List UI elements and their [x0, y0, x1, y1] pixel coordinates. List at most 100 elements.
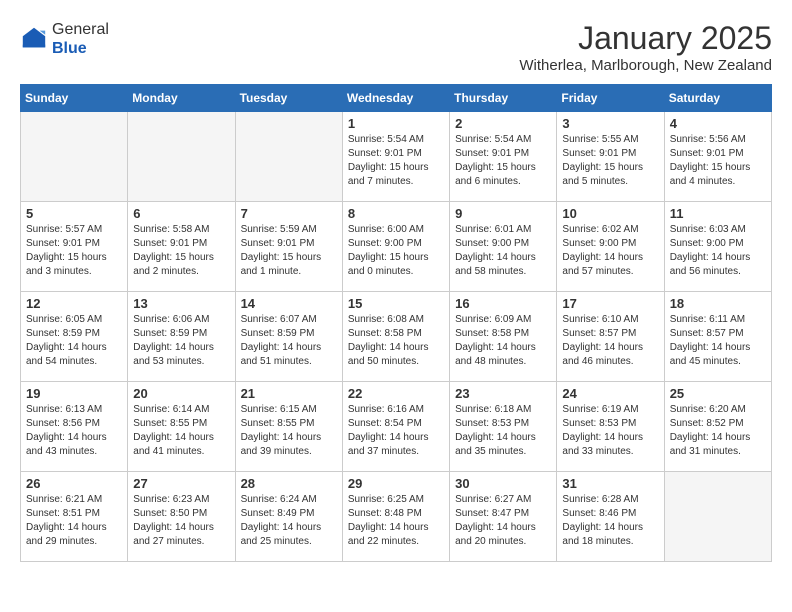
day-number: 6 [133, 206, 229, 221]
day-info: Sunrise: 5:55 AM Sunset: 9:01 PM Dayligh… [562, 133, 658, 189]
day-info: Sunrise: 6:03 AM Sunset: 9:00 PM Dayligh… [670, 223, 766, 279]
day-info: Sunrise: 6:00 AM Sunset: 9:00 PM Dayligh… [348, 223, 444, 279]
page-header: General Blue January 2025 Witherlea, Mar… [20, 20, 772, 74]
day-cell [128, 112, 235, 202]
day-number: 14 [241, 296, 337, 311]
logo-icon [20, 25, 48, 53]
week-row-0: 1 Sunrise: 5:54 AM Sunset: 9:01 PM Daylig… [21, 112, 772, 202]
header-cell-sunday: Sunday [21, 85, 128, 112]
week-row-3: 19 Sunrise: 6:13 AM Sunset: 8:56 PM Dayli… [21, 382, 772, 472]
day-number: 2 [455, 116, 551, 131]
day-info: Sunrise: 6:24 AM Sunset: 8:49 PM Dayligh… [241, 493, 337, 549]
day-cell: 25Sunrise: 6:20 AM Sunset: 8:52 PM Dayli… [664, 382, 771, 472]
day-cell: 22 Sunrise: 6:16 AM Sunset: 8:54 PM Dayli… [342, 382, 449, 472]
day-cell: 4Sunrise: 5:56 AM Sunset: 9:01 PM Daylig… [664, 112, 771, 202]
day-number: 1 [348, 116, 444, 131]
title-block: January 2025 Witherlea, Marlborough, New… [519, 20, 772, 74]
day-cell: 8 Sunrise: 6:00 AM Sunset: 9:00 PM Daylig… [342, 202, 449, 292]
day-number: 31 [562, 476, 658, 491]
header-cell-wednesday: Wednesday [342, 85, 449, 112]
day-number: 3 [562, 116, 658, 131]
day-number: 10 [562, 206, 658, 221]
day-number: 13 [133, 296, 229, 311]
day-cell: 23 Sunrise: 6:18 AM Sunset: 8:53 PM Dayli… [450, 382, 557, 472]
day-info: Sunrise: 6:08 AM Sunset: 8:58 PM Dayligh… [348, 313, 444, 369]
day-cell: 17Sunrise: 6:10 AM Sunset: 8:57 PM Dayli… [557, 292, 664, 382]
day-info: Sunrise: 6:20 AM Sunset: 8:52 PM Dayligh… [670, 403, 766, 459]
day-cell: 15 Sunrise: 6:08 AM Sunset: 8:58 PM Dayli… [342, 292, 449, 382]
day-number: 22 [348, 386, 444, 401]
day-cell: 13 Sunrise: 6:06 AM Sunset: 8:59 PM Dayli… [128, 292, 235, 382]
day-info: Sunrise: 6:05 AM Sunset: 8:59 PM Dayligh… [26, 313, 122, 369]
header-cell-tuesday: Tuesday [235, 85, 342, 112]
day-info: Sunrise: 5:59 AM Sunset: 9:01 PM Dayligh… [241, 223, 337, 279]
day-cell: 7 Sunrise: 5:59 AM Sunset: 9:01 PM Daylig… [235, 202, 342, 292]
day-number: 7 [241, 206, 337, 221]
day-number: 30 [455, 476, 551, 491]
header-row: SundayMondayTuesdayWednesdayThursdayFrid… [21, 85, 772, 112]
day-cell: 31 Sunrise: 6:28 AM Sunset: 8:46 PM Dayli… [557, 472, 664, 562]
day-info: Sunrise: 6:28 AM Sunset: 8:46 PM Dayligh… [562, 493, 658, 549]
day-cell [235, 112, 342, 202]
day-number: 28 [241, 476, 337, 491]
day-info: Sunrise: 6:19 AM Sunset: 8:53 PM Dayligh… [562, 403, 658, 459]
day-number: 21 [241, 386, 337, 401]
calendar-table: SundayMondayTuesdayWednesdayThursdayFrid… [20, 84, 772, 562]
day-info: Sunrise: 6:11 AM Sunset: 8:57 PM Dayligh… [670, 313, 766, 369]
day-info: Sunrise: 6:09 AM Sunset: 8:58 PM Dayligh… [455, 313, 551, 369]
day-info: Sunrise: 6:21 AM Sunset: 8:51 PM Dayligh… [26, 493, 122, 549]
day-cell: 29Sunrise: 6:25 AM Sunset: 8:48 PM Dayli… [342, 472, 449, 562]
day-info: Sunrise: 5:56 AM Sunset: 9:01 PM Dayligh… [670, 133, 766, 189]
day-number: 5 [26, 206, 122, 221]
header-cell-friday: Friday [557, 85, 664, 112]
month-title: January 2025 [519, 20, 772, 57]
day-cell: 27 Sunrise: 6:23 AM Sunset: 8:50 PM Dayli… [128, 472, 235, 562]
location: Witherlea, Marlborough, New Zealand [519, 57, 772, 74]
day-number: 18 [670, 296, 766, 311]
day-cell: 3 Sunrise: 5:55 AM Sunset: 9:01 PM Daylig… [557, 112, 664, 202]
day-cell: 2 Sunrise: 5:54 AM Sunset: 9:01 PM Daylig… [450, 112, 557, 202]
header-cell-monday: Monday [128, 85, 235, 112]
week-row-1: 5 Sunrise: 5:57 AM Sunset: 9:01 PM Daylig… [21, 202, 772, 292]
header-cell-saturday: Saturday [664, 85, 771, 112]
day-info: Sunrise: 5:57 AM Sunset: 9:01 PM Dayligh… [26, 223, 122, 279]
day-cell: 26Sunrise: 6:21 AM Sunset: 8:51 PM Dayli… [21, 472, 128, 562]
day-cell: 9 Sunrise: 6:01 AM Sunset: 9:00 PM Daylig… [450, 202, 557, 292]
day-cell: 20 Sunrise: 6:14 AM Sunset: 8:55 PM Dayli… [128, 382, 235, 472]
day-number: 23 [455, 386, 551, 401]
day-cell: 28 Sunrise: 6:24 AM Sunset: 8:49 PM Dayli… [235, 472, 342, 562]
day-cell [21, 112, 128, 202]
day-info: Sunrise: 5:58 AM Sunset: 9:01 PM Dayligh… [133, 223, 229, 279]
logo: General Blue [20, 20, 109, 58]
day-info: Sunrise: 6:14 AM Sunset: 8:55 PM Dayligh… [133, 403, 229, 459]
day-info: Sunrise: 6:13 AM Sunset: 8:56 PM Dayligh… [26, 403, 122, 459]
day-info: Sunrise: 5:54 AM Sunset: 9:01 PM Dayligh… [348, 133, 444, 189]
day-cell: 10 Sunrise: 6:02 AM Sunset: 9:00 PM Dayli… [557, 202, 664, 292]
day-number: 27 [133, 476, 229, 491]
day-number: 16 [455, 296, 551, 311]
day-info: Sunrise: 6:15 AM Sunset: 8:55 PM Dayligh… [241, 403, 337, 459]
week-row-2: 12Sunrise: 6:05 AM Sunset: 8:59 PM Dayli… [21, 292, 772, 382]
day-number: 20 [133, 386, 229, 401]
day-number: 19 [26, 386, 122, 401]
day-info: Sunrise: 6:18 AM Sunset: 8:53 PM Dayligh… [455, 403, 551, 459]
day-info: Sunrise: 6:23 AM Sunset: 8:50 PM Dayligh… [133, 493, 229, 549]
day-cell: 11 Sunrise: 6:03 AM Sunset: 9:00 PM Dayli… [664, 202, 771, 292]
logo-blue: Blue [52, 40, 87, 57]
week-row-4: 26Sunrise: 6:21 AM Sunset: 8:51 PM Dayli… [21, 472, 772, 562]
day-info: Sunrise: 5:54 AM Sunset: 9:01 PM Dayligh… [455, 133, 551, 189]
day-number: 11 [670, 206, 766, 221]
day-info: Sunrise: 6:02 AM Sunset: 9:00 PM Dayligh… [562, 223, 658, 279]
day-number: 9 [455, 206, 551, 221]
day-number: 29 [348, 476, 444, 491]
day-cell: 1 Sunrise: 5:54 AM Sunset: 9:01 PM Daylig… [342, 112, 449, 202]
day-number: 8 [348, 206, 444, 221]
day-cell: 30Sunrise: 6:27 AM Sunset: 8:47 PM Dayli… [450, 472, 557, 562]
day-info: Sunrise: 6:16 AM Sunset: 8:54 PM Dayligh… [348, 403, 444, 459]
day-info: Sunrise: 6:06 AM Sunset: 8:59 PM Dayligh… [133, 313, 229, 369]
day-info: Sunrise: 6:01 AM Sunset: 9:00 PM Dayligh… [455, 223, 551, 279]
day-number: 15 [348, 296, 444, 311]
day-number: 17 [562, 296, 658, 311]
day-cell: 19 Sunrise: 6:13 AM Sunset: 8:56 PM Dayli… [21, 382, 128, 472]
day-cell: 21 Sunrise: 6:15 AM Sunset: 8:55 PM Dayli… [235, 382, 342, 472]
